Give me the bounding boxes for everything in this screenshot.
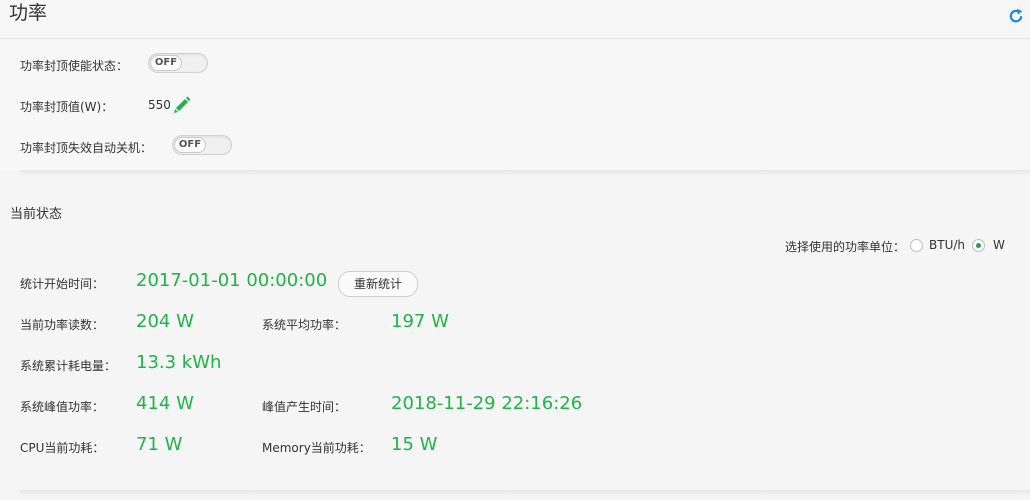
current-status-title: 当前状态: [10, 207, 63, 222]
peak-time-label: 峰值产生时间：: [262, 400, 347, 414]
power-cap-enable-label: 功率封顶使能状态：: [20, 59, 129, 73]
start-time-label: 统计开始时间：: [20, 277, 105, 291]
toggle-state: OFF: [174, 137, 206, 153]
current-reading-value: 204 W: [136, 311, 194, 332]
power-cap-value-label: 功率封顶值(W)：: [20, 100, 114, 114]
unit-radio-btuh-label: BTU/h: [929, 238, 965, 252]
cpu-power-value: 71 W: [136, 434, 183, 455]
power-cap-auto-off-label: 功率封顶失效自动关机：: [20, 141, 153, 155]
start-time-value: 2017-01-01 00:00:00: [136, 270, 328, 291]
power-cap-enable-toggle[interactable]: OFF: [148, 53, 208, 73]
pencil-icon[interactable]: [172, 95, 192, 115]
page-title: 功率: [9, 2, 48, 24]
peak-power-label: 系统峰值功率：: [20, 400, 105, 414]
power-cap-value: 550: [148, 98, 171, 112]
peak-power-value: 414 W: [136, 393, 194, 414]
reset-stats-button[interactable]: 重新统计: [338, 271, 418, 297]
power-unit-label: 选择使用的功率单位：: [784, 240, 905, 254]
unit-radio-w-label: W: [993, 238, 1005, 252]
memory-power-label: Memory当前功耗：: [262, 441, 371, 455]
avg-power-label: 系统平均功率：: [262, 318, 347, 332]
unit-radio-btuh[interactable]: [910, 239, 923, 252]
energy-value: 13.3 kWh: [136, 352, 222, 373]
power-cap-auto-off-toggle[interactable]: OFF: [172, 135, 232, 155]
current-reading-label: 当前功率读数：: [20, 318, 105, 332]
toggle-state: OFF: [150, 55, 182, 71]
avg-power-value: 197 W: [391, 311, 449, 332]
cpu-power-label: CPU当前功耗：: [20, 441, 105, 455]
section-divider: [20, 490, 1030, 496]
peak-time-value: 2018-11-29 22:16:26: [391, 393, 583, 414]
unit-radio-w[interactable]: [972, 239, 985, 252]
power-unit-select: 选择使用的功率单位： BTU/h W: [780, 238, 1020, 256]
section-divider: [20, 170, 1030, 176]
power-page: 功率 功率封顶使能状态： OFF 功率封顶值(W)： 550 功率封顶失效自动关…: [0, 0, 1030, 500]
energy-label: 系统累计耗电量：: [20, 359, 117, 373]
page-header: 功率: [0, 0, 1030, 39]
memory-power-value: 15 W: [391, 434, 438, 455]
refresh-icon[interactable]: [1008, 8, 1024, 24]
